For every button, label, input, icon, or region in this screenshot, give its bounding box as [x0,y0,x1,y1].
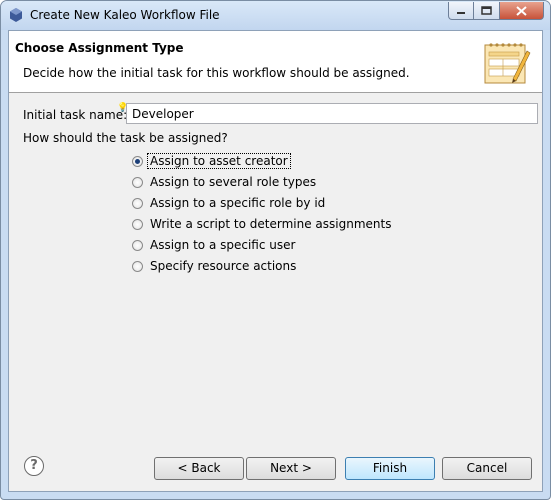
option-label: Assign to a specific role by id [150,196,326,210]
finish-button[interactable]: Finish [345,457,435,480]
option-role-by-id[interactable]: Assign to a specific role by id [132,194,328,212]
option-resource-actions[interactable]: Specify resource actions [132,257,299,275]
option-script[interactable]: Write a script to determine assignments [132,215,394,233]
radio-button[interactable] [132,239,143,251]
option-specific-user[interactable]: Assign to a specific user [132,236,298,254]
help-icon[interactable]: ? [24,456,44,476]
task-name-input[interactable] [126,103,538,124]
dialog-window: Create New Kaleo Workflow File Choose As… [0,0,551,500]
kaleo-icon [10,8,22,22]
back-button[interactable]: < Back [154,457,244,480]
minimize-button[interactable] [448,2,474,20]
option-label: Assign to several role types [150,175,317,189]
page-title: Choose Assignment Type [15,41,184,55]
minimize-icon [457,11,465,14]
dialog-client: Choose Assignment Type Decide how the in… [8,30,543,492]
task-name-label: Initial task name: [23,108,128,122]
radio-button[interactable] [132,197,143,209]
radio-button[interactable] [132,155,143,167]
close-button[interactable] [500,2,544,20]
option-label: Assign to asset creator [147,153,291,169]
radio-button[interactable] [132,176,143,188]
window-controls [448,2,544,21]
radio-button[interactable] [132,218,143,230]
title-bar[interactable]: Create New Kaleo Workflow File [1,1,550,30]
option-label: Write a script to determine assignments [150,217,392,231]
window-title: Create New Kaleo Workflow File [30,8,220,22]
maximize-button[interactable] [474,2,500,20]
cancel-button[interactable]: Cancel [442,457,532,480]
next-button[interactable]: Next > [246,457,336,480]
maximize-icon [481,6,492,15]
close-icon [516,5,527,16]
page-description: Decide how the initial task for this wor… [23,66,410,80]
radio-button[interactable] [132,260,143,272]
option-label: Specify resource actions [150,259,297,273]
option-label: Assign to a specific user [150,238,296,252]
option-several-role-types[interactable]: Assign to several role types [132,173,319,191]
assignment-question: How should the task be assigned? [23,131,228,145]
option-asset-creator[interactable]: Assign to asset creator [132,152,291,170]
workflow-wizard-icon [484,43,531,84]
wizard-banner: Choose Assignment Type Decide how the in… [9,31,542,93]
